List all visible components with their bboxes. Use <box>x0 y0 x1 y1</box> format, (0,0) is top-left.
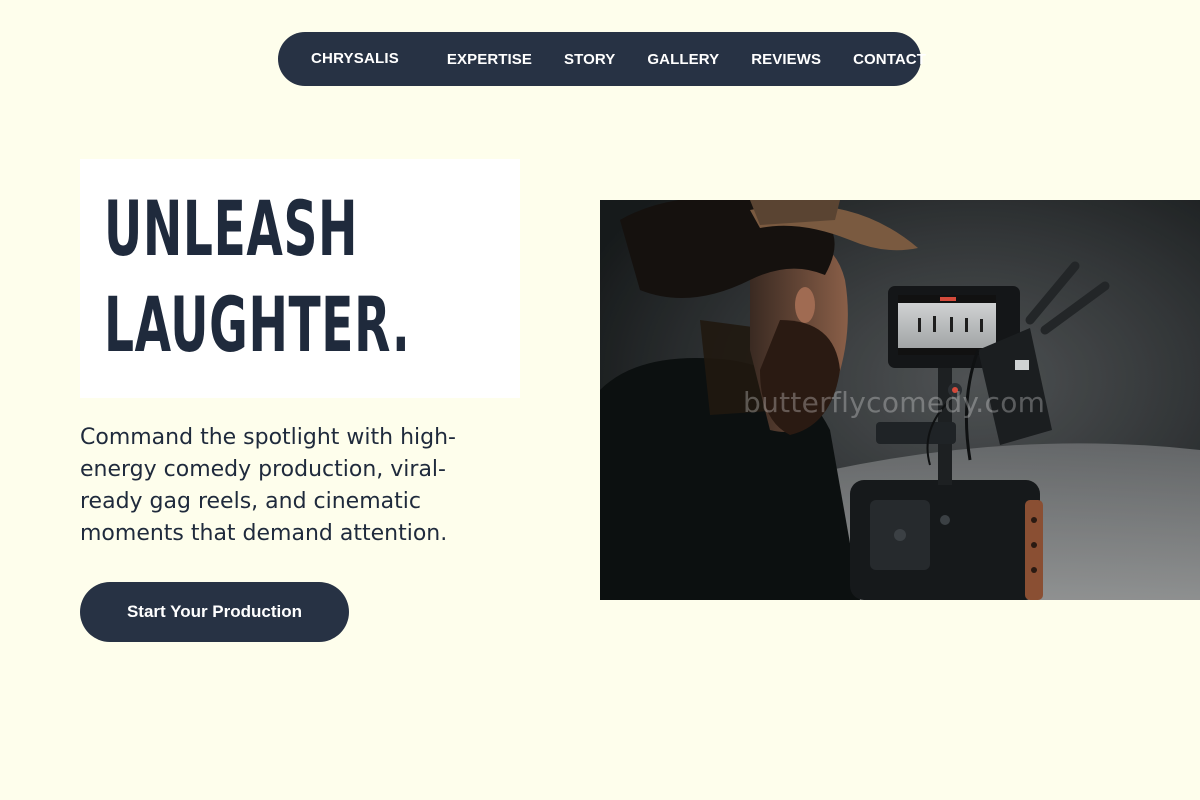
watermark-text: butterflycomedy.com <box>743 386 1046 419</box>
brand-logo[interactable]: CHRYSALIS <box>311 50 399 67</box>
hero-photo-cameraman: butterflycomedy.com <box>600 200 1200 600</box>
nav-link-gallery[interactable]: GALLERY <box>647 51 719 68</box>
nav-links: EXPERTISE STORY GALLERY REVIEWS CONTACT <box>447 51 926 68</box>
nav-link-contact[interactable]: CONTACT <box>853 51 926 68</box>
nav-link-story[interactable]: STORY <box>564 51 615 68</box>
nav-link-reviews[interactable]: REVIEWS <box>751 51 821 68</box>
nav-link-expertise[interactable]: EXPERTISE <box>447 51 532 68</box>
hero-headline: UNLEASH LAUGHTER. <box>104 181 410 373</box>
headline-box: UNLEASH LAUGHTER. <box>80 159 520 398</box>
headline-line-1: UNLEASH <box>104 184 359 273</box>
landing-page: CHRYSALIS EXPERTISE STORY GALLERY REVIEW… <box>0 0 1200 800</box>
start-production-button[interactable]: Start Your Production <box>80 582 349 642</box>
hero-subtext: Command the spotlight with high-energy c… <box>80 425 456 546</box>
headline-line-2: LAUGHTER. <box>104 280 411 369</box>
top-nav: CHRYSALIS EXPERTISE STORY GALLERY REVIEW… <box>278 32 926 86</box>
